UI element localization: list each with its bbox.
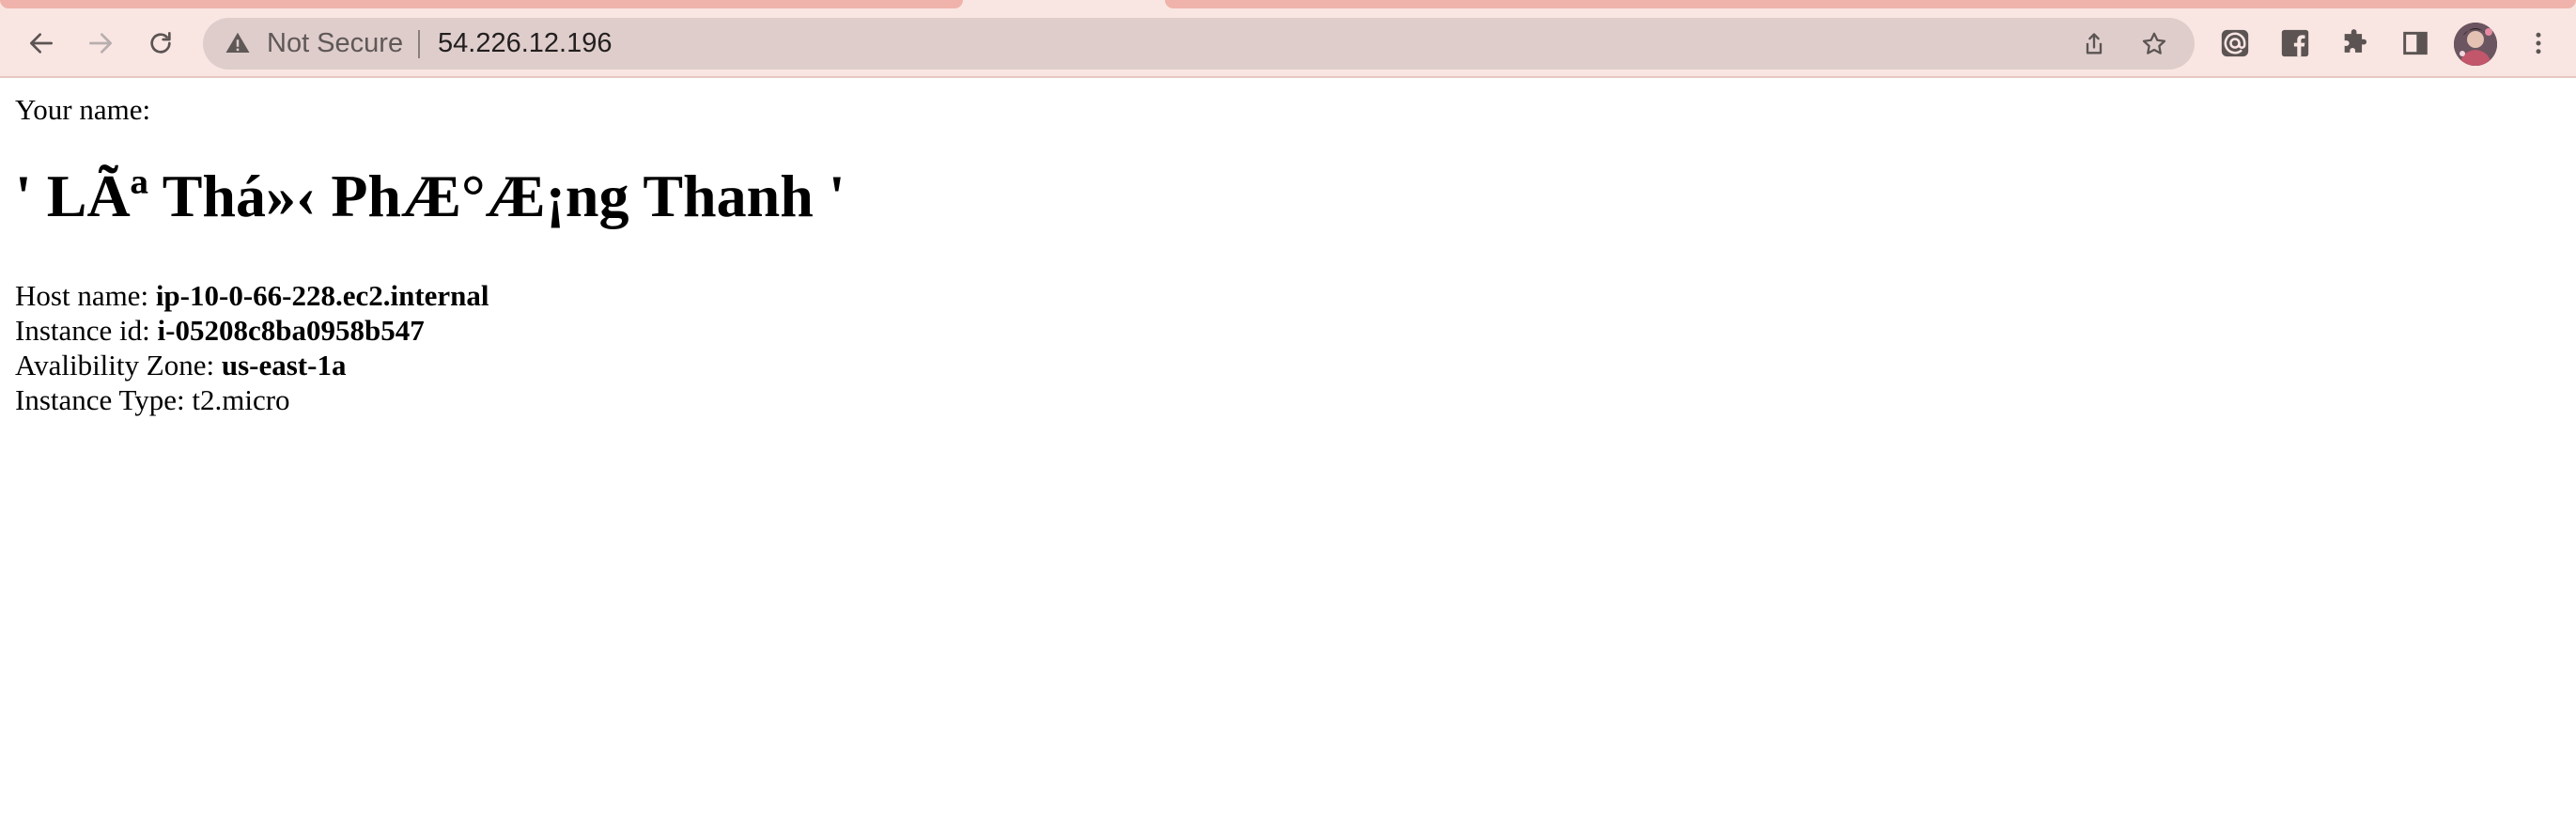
share-button[interactable] bbox=[2078, 28, 2110, 60]
kebab-icon bbox=[2536, 32, 2541, 54]
avatar-image bbox=[2454, 23, 2497, 66]
omnibox-divider bbox=[418, 30, 420, 58]
arrow-right-icon bbox=[89, 33, 112, 54]
url-text[interactable]: 54.226.12.196 bbox=[438, 18, 612, 70]
facebook-icon bbox=[2281, 29, 2309, 57]
address-bar[interactable]: Not Secure 54.226.12.196 bbox=[203, 18, 2195, 70]
type-value: t2.micro bbox=[192, 383, 290, 416]
puzzle-icon bbox=[2344, 29, 2367, 53]
browser-toolbar: Not Secure 54.226.12.196 bbox=[0, 9, 2576, 78]
name-heading: ' LÃª Thá»‹ PhÆ°Æ¡ng Thanh ' bbox=[15, 163, 846, 229]
extensions-menu-button[interactable] bbox=[2335, 23, 2375, 63]
forward-button[interactable] bbox=[77, 20, 124, 67]
instance-label: Instance id: bbox=[15, 314, 158, 347]
name-label: Your name: bbox=[15, 93, 151, 126]
page-content: Your name: ' LÃª Thá»‹ PhÆ°Æ¡ng Thanh ' … bbox=[0, 80, 2576, 825]
zone-line: Avalibility Zone: us-east-1a bbox=[15, 349, 346, 382]
back-button[interactable] bbox=[18, 20, 65, 67]
share-icon bbox=[2086, 33, 2103, 54]
star-icon bbox=[2142, 32, 2166, 54]
tab-strip bbox=[0, 0, 2576, 9]
tab-left[interactable] bbox=[0, 0, 963, 8]
bookmark-button[interactable] bbox=[2138, 28, 2170, 60]
zone-label: Avalibility Zone: bbox=[15, 349, 222, 381]
type-line: Instance Type: t2.micro bbox=[15, 383, 290, 417]
side-panel-icon bbox=[2403, 31, 2428, 55]
tab-right[interactable] bbox=[1165, 0, 2576, 8]
instance-line: Instance id: i-05208c8ba0958b547 bbox=[15, 314, 425, 348]
profile-avatar[interactable] bbox=[2454, 23, 2497, 66]
instance-value: i-05208c8ba0958b547 bbox=[157, 314, 425, 347]
host-label: Host name: bbox=[15, 279, 156, 312]
side-panel-button[interactable] bbox=[2396, 23, 2435, 63]
at-sign-icon bbox=[2221, 29, 2249, 57]
host-line: Host name: ip-10-0-66-228.ec2.internal bbox=[15, 279, 489, 313]
extension-at-button[interactable] bbox=[2215, 23, 2255, 63]
host-value: ip-10-0-66-228.ec2.internal bbox=[155, 279, 489, 312]
warning-triangle-icon[interactable] bbox=[224, 29, 252, 57]
type-label: Instance Type: bbox=[15, 383, 193, 416]
extension-facebook-button[interactable] bbox=[2275, 23, 2315, 63]
security-status-label[interactable]: Not Secure bbox=[267, 18, 403, 70]
zone-value: us-east-1a bbox=[221, 349, 347, 381]
browser-menu-button[interactable] bbox=[2519, 23, 2558, 63]
reload-button[interactable] bbox=[137, 20, 184, 67]
reload-icon bbox=[150, 32, 171, 54]
arrow-left-icon bbox=[30, 33, 53, 54]
